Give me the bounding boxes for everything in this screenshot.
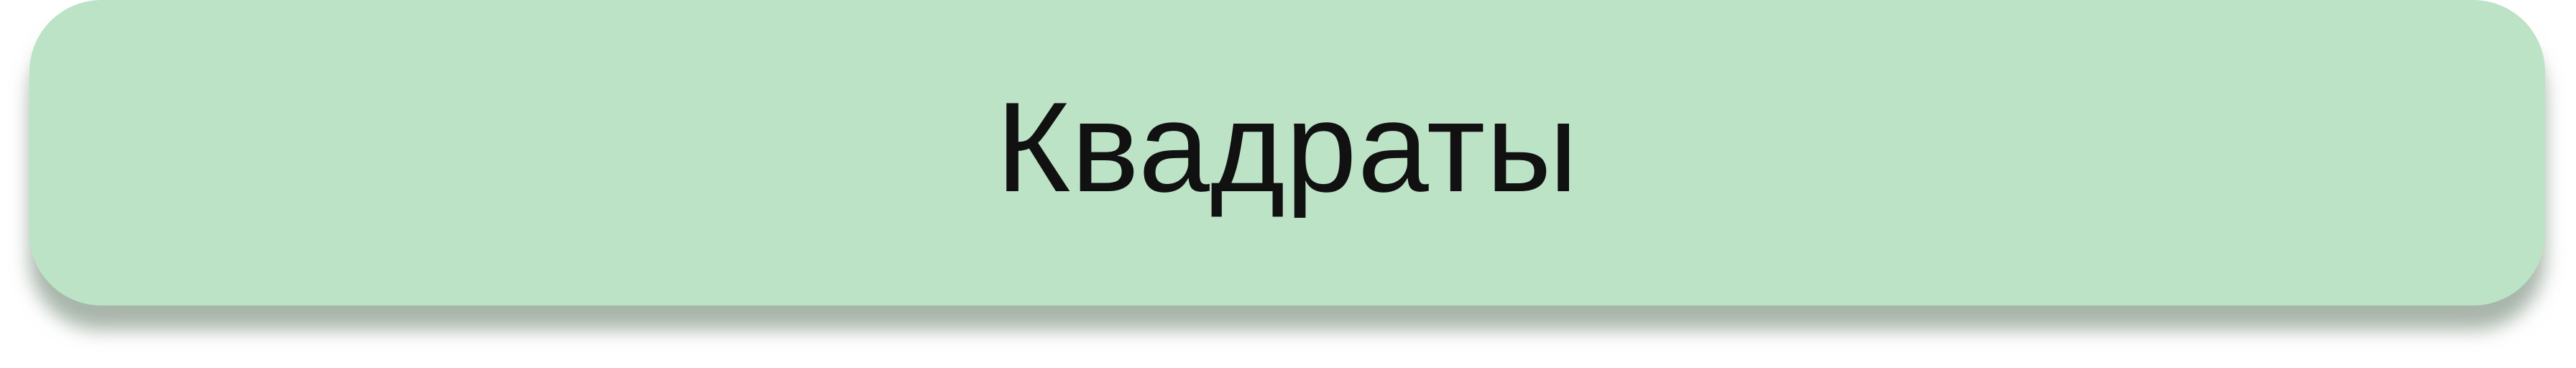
squares-button[interactable]: Квадраты — [29, 0, 2545, 305]
screen: Квадраты — [0, 0, 2576, 368]
squares-button-label: Квадраты — [995, 75, 1579, 218]
